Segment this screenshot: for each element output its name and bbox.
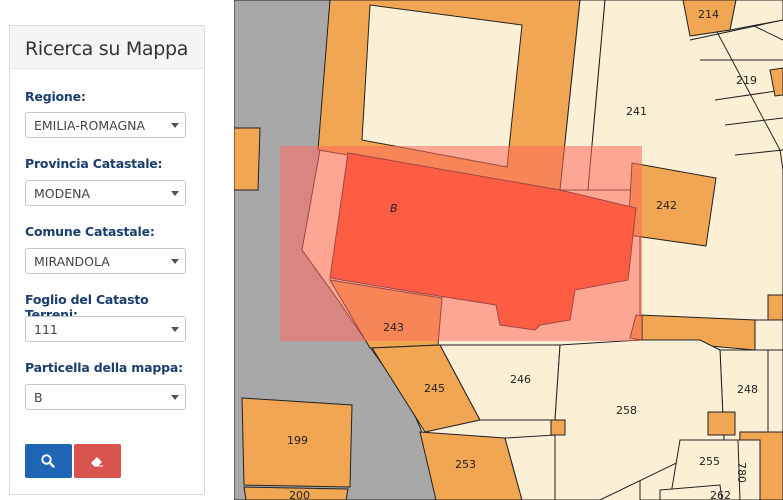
selection-box (280, 146, 642, 341)
parcel-label-214: 214 (698, 8, 719, 21)
parcel-label-262: 262 (710, 489, 731, 500)
foglio-select[interactable]: 111 (25, 316, 186, 342)
search-icon (41, 454, 55, 468)
foglio-value: 111 (34, 322, 58, 337)
panel-title: Ricerca su Mappa (25, 38, 189, 60)
provincia-label: Provincia Catastale: (25, 156, 163, 171)
comune-select[interactable]: MIRANDOLA (25, 248, 186, 274)
comune-label: Comune Catastale: (25, 224, 155, 239)
chevron-down-icon (171, 123, 179, 128)
parcel-label-248: 248 (737, 383, 758, 396)
regione-select[interactable]: EMILIA-ROMAGNA (25, 112, 186, 138)
particella-label: Particella della mappa: (25, 360, 183, 375)
clear-button[interactable] (74, 444, 121, 478)
provincia-value: MODENA (34, 186, 91, 201)
parcel-label-200: 200 (289, 489, 310, 500)
search-card: Ricerca su Mappa Regione: EMILIA-ROMAGNA… (9, 25, 205, 495)
parcel-label-780: 780 (735, 462, 748, 483)
parcel-label-246: 246 (510, 373, 531, 386)
regione-label: Regione: (25, 89, 86, 104)
parcel-label-253: 253 (455, 458, 476, 471)
regione-value: EMILIA-ROMAGNA (34, 118, 146, 133)
search-panel: Ricerca su Mappa Regione: EMILIA-ROMAGNA… (0, 0, 234, 500)
parcel-label-219: 219 (736, 74, 757, 87)
parcel-label-199: 199 (287, 434, 308, 447)
parcel-label-242: 242 (656, 199, 677, 212)
parcel-label-258: 258 (616, 404, 637, 417)
chevron-down-icon (171, 327, 179, 332)
parcel-label-241: 241 (626, 105, 647, 118)
comune-value: MIRANDOLA (34, 254, 110, 269)
parcel-label-243: 243 (383, 321, 404, 334)
particella-select[interactable]: B (25, 384, 186, 410)
parcel-label-b: B (390, 202, 398, 215)
search-button[interactable] (25, 444, 72, 478)
parcel-label-245: 245 (424, 382, 445, 395)
eraser-icon (91, 457, 103, 467)
particella-value: B (34, 390, 43, 405)
card-header: Ricerca su Mappa (10, 26, 204, 69)
cadastral-map[interactable]: 214 219 241 242 B 243 245 246 248 258 19… (234, 0, 783, 500)
chevron-down-icon (171, 395, 179, 400)
provincia-select[interactable]: MODENA (25, 180, 186, 206)
chevron-down-icon (171, 191, 179, 196)
map-canvas: 214 219 241 242 B 243 245 246 248 258 19… (234, 0, 783, 500)
chevron-down-icon (171, 259, 179, 264)
parcel-label-255: 255 (699, 455, 720, 468)
